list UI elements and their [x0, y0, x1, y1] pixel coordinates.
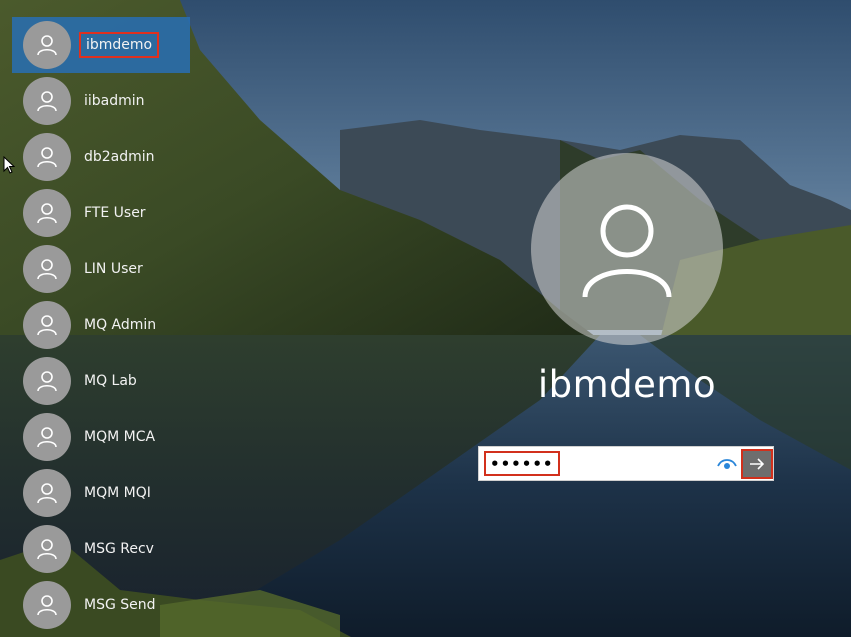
arrow-right-icon [750, 458, 765, 470]
user-avatar-icon [23, 581, 71, 629]
user-item-mq-lab[interactable]: MQ Lab [12, 353, 190, 409]
user-item-iibadmin[interactable]: iibadmin [12, 73, 190, 129]
user-name: MQ Admin [84, 317, 157, 333]
user-name: MSG Send [84, 597, 156, 613]
selected-user-display-name: ibmdemo [537, 363, 717, 406]
user-avatar-icon [23, 413, 71, 461]
submit-button[interactable] [741, 449, 773, 479]
user-avatar-icon [23, 469, 71, 517]
user-name: db2admin [84, 149, 155, 165]
user-name: MQM MQI [84, 485, 151, 501]
user-name: FTE User [84, 205, 146, 221]
user-item-mq-admin[interactable]: MQ Admin [12, 297, 190, 353]
user-item-mqm-mca[interactable]: MQM MCA [12, 409, 190, 465]
user-avatar-icon [23, 133, 71, 181]
large-user-avatar-icon [531, 153, 723, 345]
user-name: ibmdemo [78, 32, 160, 58]
password-box [478, 446, 774, 481]
eye-icon[interactable] [716, 455, 738, 473]
user-item-mqm-mqi[interactable]: MQM MQI [12, 465, 190, 521]
user-name: MQ Lab [84, 373, 137, 389]
user-avatar-icon [23, 301, 71, 349]
user-item-msg-send[interactable]: MSG Send [12, 577, 190, 633]
user-item-fte-user[interactable]: FTE User [12, 185, 190, 241]
password-input[interactable] [484, 451, 560, 476]
user-item-lin-user[interactable]: LIN User [12, 241, 190, 297]
user-item-ibmdemo[interactable]: ibmdemo [12, 17, 190, 73]
user-name: MSG Recv [84, 541, 154, 557]
user-avatar-icon [23, 189, 71, 237]
user-avatar-icon [23, 21, 71, 69]
user-avatar-icon [23, 525, 71, 573]
user-avatar-icon [23, 357, 71, 405]
user-name: MQM MCA [84, 429, 156, 445]
user-avatar-icon [23, 245, 71, 293]
user-item-db2admin[interactable]: db2admin [12, 129, 190, 185]
user-avatar-icon [23, 77, 71, 125]
user-name: LIN User [84, 261, 143, 277]
user-name: iibadmin [84, 93, 145, 109]
user-item-msg-recv[interactable]: MSG Recv [12, 521, 190, 577]
